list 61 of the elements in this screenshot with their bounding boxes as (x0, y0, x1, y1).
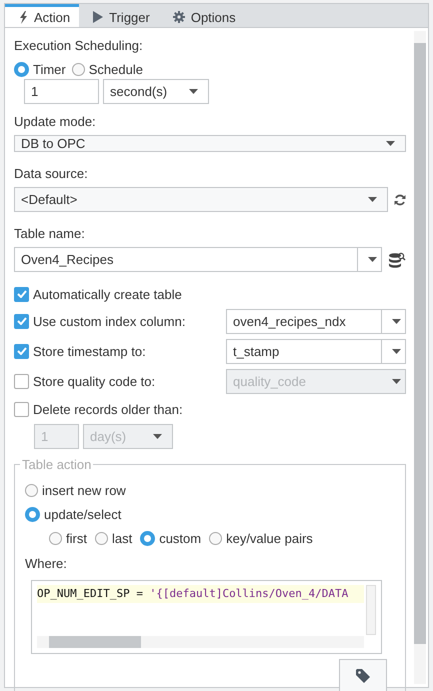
tab[interactable]: Options (158, 4, 245, 27)
radio-button[interactable] (94, 532, 108, 544)
table-name-dropdown[interactable]: Oven4_Recipes (14, 247, 382, 272)
column-dropdown[interactable]: oven4_recipes_ndx (226, 308, 406, 334)
radio-label: Timer (33, 62, 66, 77)
field-label: Update mode: (14, 114, 97, 129)
column-dropdown[interactable]: t_stamp (226, 338, 406, 364)
checkbox[interactable] (14, 374, 29, 388)
tag-button[interactable] (339, 659, 387, 691)
radio-label: insert new row (42, 482, 126, 498)
unit-dropdown[interactable]: second(s) (103, 79, 209, 104)
radio-label: last (112, 530, 132, 546)
update-mode-dropdown[interactable]: DB to OPC (14, 135, 406, 152)
checkbox[interactable] (14, 402, 29, 416)
caret-icon (189, 89, 198, 94)
checkbox-label: Store quality code to: (33, 374, 156, 388)
code-editor[interactable]: OP_NUM_EDIT_SP = '{[default]Collins/Oven_4/DATA (31, 580, 382, 654)
checkbox-label: Use custom index column: (33, 314, 186, 328)
checkbox[interactable] (14, 344, 29, 358)
caret-icon (392, 318, 401, 324)
group-legend: Table action (20, 457, 94, 472)
caret-icon (392, 348, 401, 354)
lightning-icon (19, 10, 28, 24)
vertical-scrollbar[interactable] (414, 31, 426, 684)
radio-label: custom (159, 530, 202, 546)
radio-button[interactable] (25, 484, 38, 496)
radio-button[interactable] (25, 506, 40, 522)
field-label: Data source: (14, 166, 89, 181)
section-label: Execution Scheduling: (14, 38, 144, 53)
data-source-dropdown[interactable]: <Default> (14, 187, 388, 212)
play-icon (93, 11, 104, 23)
caret-icon (153, 434, 162, 439)
horizontal-scrollbar[interactable] (37, 636, 364, 648)
field-label: Table name: (14, 226, 86, 241)
checkbox[interactable] (14, 286, 29, 302)
checkbox-label: Store timestamp to: (33, 344, 146, 358)
caret-icon (386, 141, 395, 146)
radio-button[interactable] (209, 532, 222, 544)
field-label: Where: (25, 556, 68, 572)
tab[interactable]: Trigger (79, 4, 159, 27)
radio-button[interactable] (14, 62, 29, 77)
vertical-scrollbar[interactable] (366, 585, 376, 635)
checkbox-label: Automatically create table (33, 286, 182, 302)
radio-label: update/select (44, 506, 122, 522)
settings-icon (172, 11, 185, 23)
radio-label: first (66, 530, 87, 546)
tag-icon (356, 669, 370, 683)
caret-icon (392, 378, 401, 384)
radio-button[interactable] (72, 63, 85, 76)
rate-field[interactable]: 1 (24, 79, 99, 104)
radio-label: key/value pairs (226, 530, 313, 546)
caret-icon (368, 257, 377, 262)
tab[interactable]: Action (5, 4, 80, 27)
caret-icon (368, 197, 377, 202)
checkbox[interactable] (14, 314, 29, 328)
radio-label: Schedule (88, 62, 143, 77)
radio-button[interactable] (49, 532, 62, 544)
radio-button[interactable] (140, 530, 156, 546)
checkbox-label: Delete records older than: (33, 402, 183, 416)
refresh-icon[interactable] (394, 194, 406, 206)
database-search-icon[interactable] (388, 252, 406, 268)
